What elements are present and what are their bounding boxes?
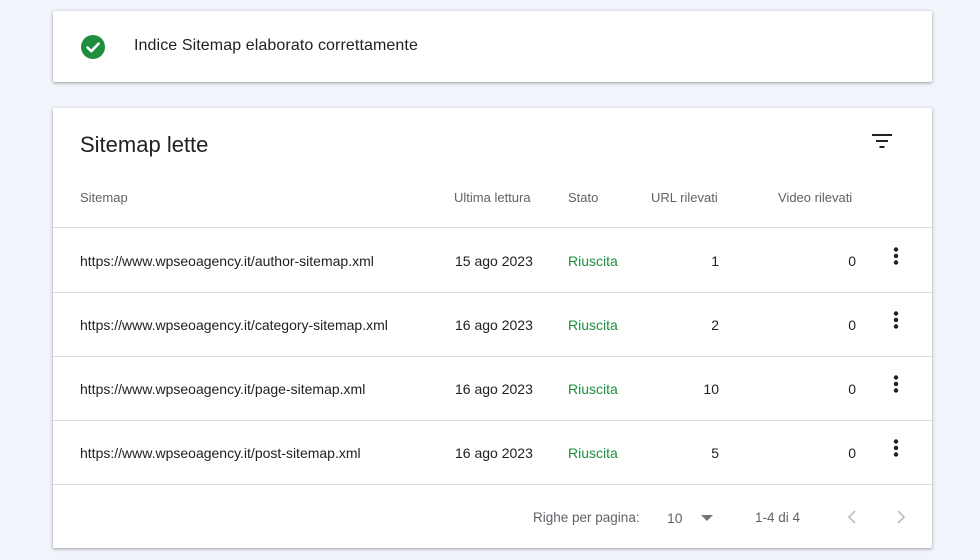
sitemap-url[interactable]: https://www.wpseoagency.it/category-site…: [80, 317, 388, 333]
rows-per-page-select[interactable]: 10: [667, 503, 719, 531]
table-row[interactable]: https://www.wpseoagency.it/category-site…: [53, 293, 932, 357]
sitemap-url[interactable]: https://www.wpseoagency.it/page-sitemap.…: [80, 381, 365, 397]
chevron-right-icon: [897, 510, 906, 524]
check-circle-icon: [81, 35, 105, 59]
videos-count: 0: [848, 253, 856, 269]
table-row[interactable]: https://www.wpseoagency.it/page-sitemap.…: [53, 357, 932, 421]
videos-count: 0: [848, 317, 856, 333]
table-header: Sitemap Ultima lettura Stato URL rilevat…: [53, 180, 932, 228]
table-row[interactable]: https://www.wpseoagency.it/post-sitemap.…: [53, 421, 932, 485]
more-options-button[interactable]: [885, 245, 907, 267]
sitemaps-table-card: Sitemap lette Sitemap Ultima lettura Sta…: [53, 108, 932, 548]
more-options-button[interactable]: [885, 309, 907, 331]
rows-per-page-label: Righe per pagina:: [533, 510, 640, 525]
more-vert-icon: [893, 439, 899, 457]
status-text: Riuscita: [568, 445, 618, 461]
success-banner: Indice Sitemap elaborato correttamente: [53, 11, 932, 82]
sitemap-url[interactable]: https://www.wpseoagency.it/author-sitema…: [80, 253, 374, 269]
status-text: Riuscita: [568, 317, 618, 333]
videos-count: 0: [848, 445, 856, 461]
more-options-button[interactable]: [885, 373, 907, 395]
card-title: Sitemap lette: [80, 132, 209, 157]
more-vert-icon: [893, 375, 899, 393]
header-urls[interactable]: URL rilevati: [651, 190, 718, 205]
last-read-date: 16 ago 2023: [455, 317, 533, 333]
previous-page-button[interactable]: [840, 505, 864, 529]
status-text: Riuscita: [568, 381, 618, 397]
more-vert-icon: [893, 311, 899, 329]
pagination-footer: Righe per pagina: 10 1-4 di 4: [53, 485, 932, 548]
header-sitemap[interactable]: Sitemap: [80, 190, 128, 205]
table-body: https://www.wpseoagency.it/author-sitema…: [53, 229, 932, 485]
filter-button[interactable]: [867, 126, 897, 156]
filter-icon: [872, 134, 892, 148]
chevron-left-icon: [847, 510, 856, 524]
more-options-button[interactable]: [885, 437, 907, 459]
rows-per-page-value[interactable]: 10: [667, 510, 683, 526]
last-read-date: 16 ago 2023: [455, 445, 533, 461]
urls-count: 5: [711, 445, 719, 461]
banner-message: Indice Sitemap elaborato correttamente: [134, 37, 418, 54]
pagination-range: 1-4 di 4: [755, 510, 801, 525]
videos-count: 0: [848, 381, 856, 397]
header-status[interactable]: Stato: [568, 190, 598, 205]
header-videos[interactable]: Video rilevati: [778, 190, 852, 205]
dropdown-arrow-icon[interactable]: [701, 515, 713, 521]
more-vert-icon: [893, 247, 899, 265]
last-read-date: 15 ago 2023: [455, 253, 533, 269]
next-page-button[interactable]: [889, 505, 913, 529]
last-read-date: 16 ago 2023: [455, 381, 533, 397]
header-last-read[interactable]: Ultima lettura: [454, 190, 531, 205]
urls-count: 1: [711, 253, 719, 269]
sitemap-url[interactable]: https://www.wpseoagency.it/post-sitemap.…: [80, 445, 361, 461]
urls-count: 2: [711, 317, 719, 333]
status-text: Riuscita: [568, 253, 618, 269]
urls-count: 10: [703, 381, 719, 397]
table-row[interactable]: https://www.wpseoagency.it/author-sitema…: [53, 229, 932, 293]
